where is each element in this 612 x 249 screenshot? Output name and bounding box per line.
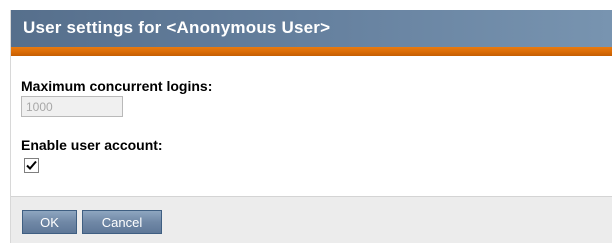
max-logins-input[interactable]: [21, 96, 123, 117]
enable-account-label: Enable user account:: [21, 137, 163, 153]
settings-form: Maximum concurrent logins: Enable user a…: [11, 56, 612, 196]
cancel-button[interactable]: Cancel: [82, 210, 162, 234]
dialog-title: User settings for <Anonymous User>: [23, 18, 331, 37]
dialog-button-bar: OK Cancel: [11, 196, 612, 243]
title-accent-bar: [11, 47, 612, 56]
max-logins-label: Maximum concurrent logins:: [21, 78, 213, 94]
enable-account-checkbox[interactable]: [24, 158, 39, 173]
dialog-title-bar: User settings for <Anonymous User>: [11, 10, 612, 47]
ok-button[interactable]: OK: [22, 210, 77, 234]
user-settings-dialog: User settings for <Anonymous User> Maxim…: [10, 10, 612, 243]
